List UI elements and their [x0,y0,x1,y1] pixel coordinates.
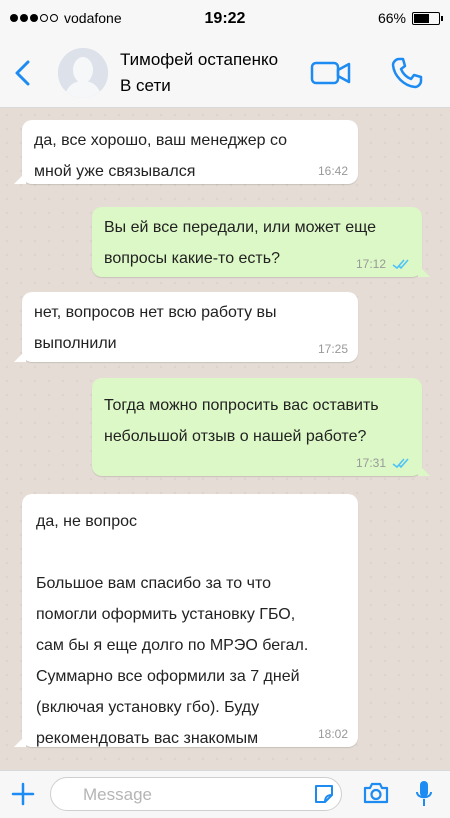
sticker-icon[interactable] [313,783,335,805]
back-arrow-icon[interactable] [10,58,36,88]
plus-icon[interactable] [10,781,36,807]
message-input[interactable]: Message [50,777,342,811]
message-text: нет, вопросов нет всю работу вы выполнил… [34,304,277,352]
double-check-icon [392,259,409,270]
message-text: да, не вопрос Большое вам спасибо за то … [36,513,309,747]
message-bubble-outgoing[interactable]: Тогда можно попросить вас оставить небол… [92,378,430,476]
video-call-icon[interactable] [310,60,352,86]
message-time: 18:02 [317,727,348,741]
message-text: Тогда можно попросить вас оставить небол… [104,397,379,445]
avatar[interactable] [58,48,108,98]
phone-icon[interactable] [390,56,424,90]
double-check-icon [392,458,409,469]
message-time: 17:12 [355,257,386,271]
microphone-icon[interactable] [414,779,434,809]
message-bubble-incoming[interactable]: нет, вопросов нет всю работу вы выполнил… [14,292,358,362]
message-input-bar: Message [0,770,450,818]
message-text: да, все хорошо, ваш менеджер со мной уже… [34,132,288,180]
contact-name[interactable]: Тимофей остапенко [120,50,278,70]
message-time: 16:42 [317,164,348,178]
message-time: 17:25 [317,342,348,356]
battery-percent: 66% [377,10,406,26]
avatar-placeholder-icon [58,48,108,98]
battery-info: 66% [377,10,443,26]
chat-area[interactable]: да, все хорошо, ваш менеджер со мной уже… [0,108,450,770]
contact-status: В сети [120,76,171,95]
chat-header: Тимофей остапенко В сети [0,38,450,108]
message-time: 17:31 [355,456,386,470]
battery-icon [412,11,443,25]
status-bar: vodafone 19:22 66% [0,0,450,38]
camera-icon[interactable] [362,781,390,805]
message-bubble-incoming[interactable]: да, не вопрос Большое вам спасибо за то … [14,494,358,747]
message-placeholder: Message [83,785,152,804]
message-bubble-outgoing[interactable]: Вы ей все передали, или может еще вопрос… [92,207,430,277]
message-bubble-incoming[interactable]: да, все хорошо, ваш менеджер со мной уже… [14,120,358,184]
